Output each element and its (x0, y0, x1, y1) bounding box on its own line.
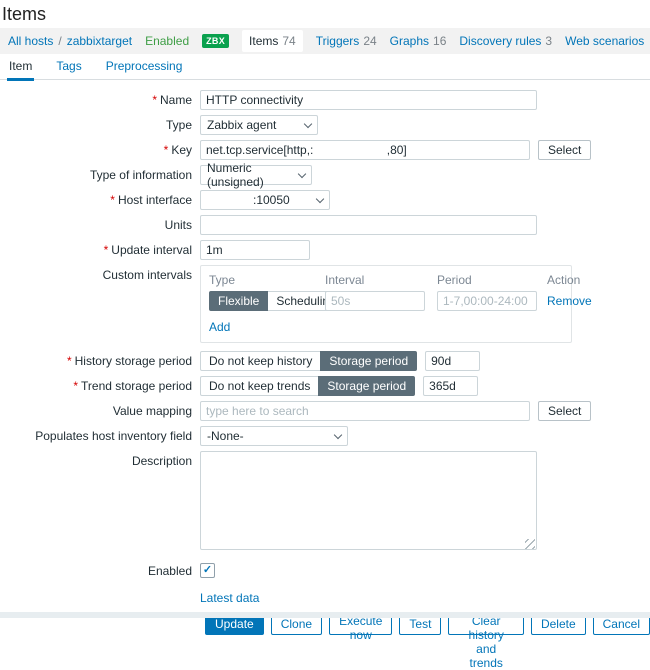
history-storage-row: *History storage period Do not keep hist… (0, 351, 650, 371)
do-not-keep-trends-option[interactable]: Do not keep trends (200, 376, 319, 396)
custom-intervals-table: Type Interval Period Action Flexible Sch… (200, 265, 572, 343)
interval-type-segmented: Flexible Scheduling (209, 291, 325, 311)
col-header-action: Action (547, 271, 580, 289)
type-row: Type Zabbix agent (0, 115, 650, 135)
page-bottom-strip (0, 612, 650, 618)
chevron-down-icon (316, 194, 324, 202)
enabled-label: Enabled (0, 561, 200, 581)
key-row: *Key Select (0, 140, 650, 160)
chevron-down-icon (304, 119, 312, 127)
type-select[interactable]: Zabbix agent (200, 115, 318, 135)
tab-tags[interactable]: Tags (56, 54, 81, 80)
name-label: *Name (0, 90, 200, 110)
nav-items-count: 74 (282, 34, 295, 48)
custom-intervals-row: Custom intervals Type Interval Period Ac… (0, 265, 650, 343)
item-form-tabs: Item Tags Preprocessing (0, 54, 650, 80)
nav-triggers-tab[interactable]: Triggers 24 (316, 34, 377, 48)
description-textarea[interactable] (200, 451, 537, 550)
remove-interval-link[interactable]: Remove (547, 294, 592, 308)
interval-input[interactable] (325, 291, 425, 311)
value-mapping-row: Value mapping Select (0, 401, 650, 421)
flexible-option[interactable]: Flexible (209, 291, 268, 311)
nav-graphs-tab[interactable]: Graphs 16 (390, 34, 447, 48)
col-header-type: Type (209, 271, 325, 289)
update-interval-label: *Update interval (0, 240, 200, 260)
breadcrumb: All hosts / zabbixtarget (8, 34, 132, 48)
value-mapping-select-button[interactable]: Select (538, 401, 591, 421)
enabled-checkbox[interactable]: ✓ (200, 563, 215, 578)
history-storage-period-option[interactable]: Storage period (320, 351, 417, 371)
host-status-enabled: Enabled (145, 34, 189, 48)
breadcrumb-host[interactable]: zabbixtarget (67, 34, 132, 48)
units-row: Units (0, 215, 650, 235)
col-header-period: Period (437, 271, 537, 289)
nav-web-scenarios-tab[interactable]: Web scenarios (565, 34, 644, 48)
history-period-input[interactable] (425, 351, 480, 371)
tab-item[interactable]: Item (9, 54, 32, 80)
nav-items-tab[interactable]: Items 74 (242, 30, 303, 52)
custom-interval-row: Flexible Scheduling Remove (209, 291, 563, 311)
type-of-information-row: Type of information Numeric (unsigned) (0, 165, 650, 185)
units-label: Units (0, 215, 200, 235)
chevron-down-icon (298, 169, 306, 177)
breadcrumb-separator: / (58, 34, 61, 48)
inventory-label: Populates host inventory field (0, 426, 200, 446)
name-row: *Name (0, 90, 650, 110)
custom-intervals-label: Custom intervals (0, 265, 200, 285)
check-icon: ✓ (203, 565, 212, 576)
history-storage-label: *History storage period (0, 351, 200, 371)
type-of-information-label: Type of information (0, 165, 200, 185)
nav-discovery-rules-tab[interactable]: Discovery rules 3 (459, 34, 552, 48)
trend-storage-row: *Trend storage period Do not keep trends… (0, 376, 650, 396)
latest-data-link[interactable]: Latest data (200, 591, 259, 605)
key-input[interactable] (200, 140, 530, 160)
page-title: Items (0, 0, 650, 28)
key-select-button[interactable]: Select (538, 140, 591, 160)
type-label: Type (0, 115, 200, 135)
inventory-select[interactable]: -None- (200, 426, 348, 446)
history-storage-segmented: Do not keep history Storage period (200, 351, 417, 371)
trend-storage-period-option[interactable]: Storage period (318, 376, 415, 396)
item-form: *Name Type Zabbix agent *Key Select Type… (0, 80, 650, 635)
enabled-row: Enabled ✓ (0, 561, 650, 581)
latest-data-row: Latest data (0, 591, 650, 605)
description-row: Description (0, 451, 650, 553)
tab-preprocessing[interactable]: Preprocessing (106, 54, 183, 80)
value-mapping-input[interactable] (200, 401, 530, 421)
host-interface-row: *Host interface :10050 (0, 190, 650, 210)
host-interface-label: *Host interface (0, 190, 200, 210)
name-input[interactable] (200, 90, 537, 110)
breadcrumb-all-hosts[interactable]: All hosts (8, 34, 53, 48)
do-not-keep-history-option[interactable]: Do not keep history (200, 351, 321, 371)
inventory-row: Populates host inventory field -None- (0, 426, 650, 446)
type-select-value: Zabbix agent (207, 118, 276, 132)
trend-storage-label: *Trend storage period (0, 376, 200, 396)
trend-period-input[interactable] (423, 376, 478, 396)
zbx-availability-badge: ZBX (202, 34, 229, 48)
col-header-interval: Interval (325, 271, 429, 289)
chevron-down-icon (334, 430, 342, 438)
nav-items-label: Items (249, 34, 278, 48)
units-input[interactable] (200, 215, 537, 235)
trend-storage-segmented: Do not keep trends Storage period (200, 376, 415, 396)
host-interface-select[interactable]: :10050 (200, 190, 330, 210)
period-input[interactable] (437, 291, 537, 311)
add-interval-link[interactable]: Add (209, 320, 230, 334)
host-navigation-bar: All hosts / zabbixtarget Enabled ZBX Ite… (0, 28, 650, 54)
value-mapping-label: Value mapping (0, 401, 200, 421)
update-interval-row: *Update interval (0, 240, 650, 260)
update-interval-input[interactable] (200, 240, 310, 260)
description-label: Description (0, 451, 200, 471)
type-of-information-select[interactable]: Numeric (unsigned) (200, 165, 312, 185)
key-label: *Key (0, 140, 200, 160)
